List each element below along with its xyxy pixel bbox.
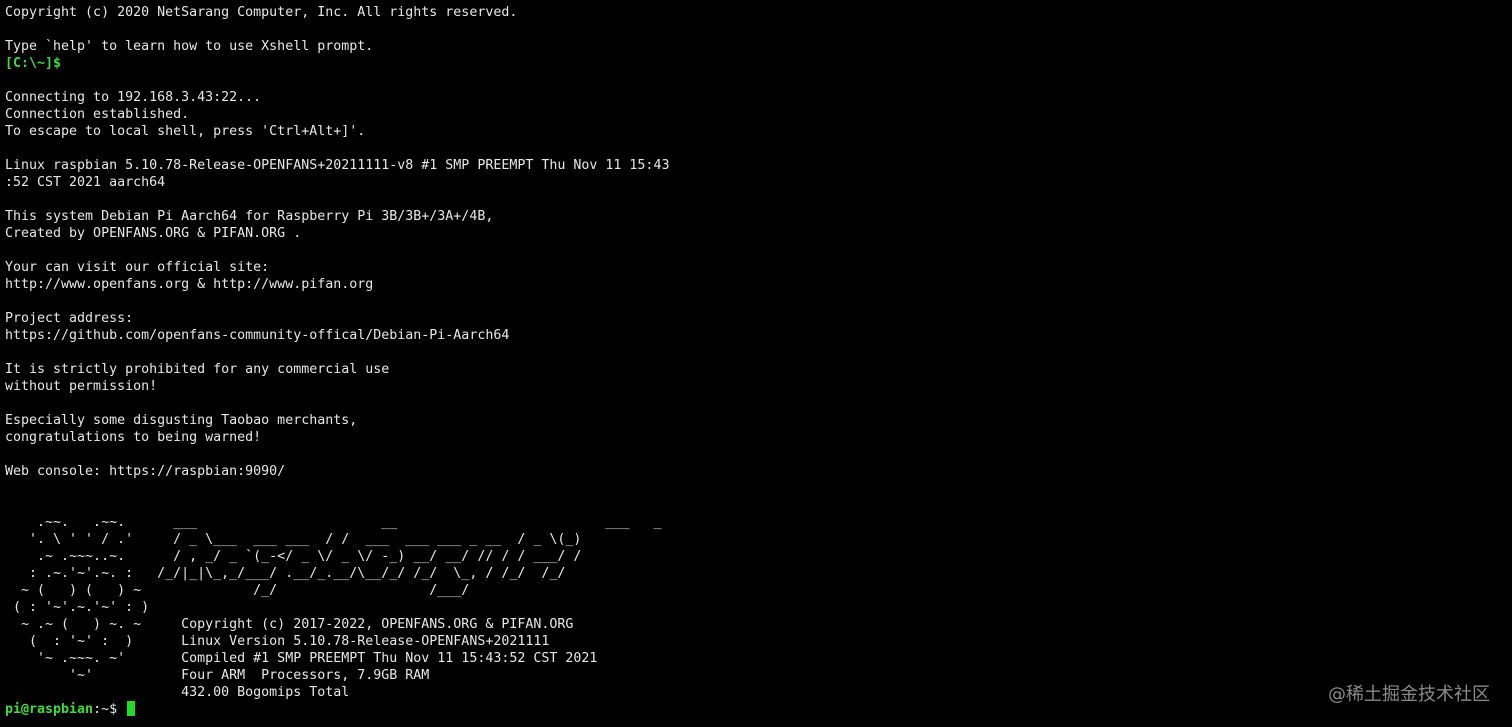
terminal-line: Connecting to 192.168.3.43:22... (5, 90, 262, 105)
terminal-line: Project address: (5, 311, 134, 326)
system-info-line: '~' Four ARM Processors, 7.9GB RAM (5, 668, 430, 683)
ascii-banner-line: .~~. .~~. ___ __ ___ _ (5, 515, 662, 530)
system-info-line: ~ .~ ( ) ~. ~ Copyright (c) 2017-2022, O… (5, 617, 574, 632)
ascii-banner-line: .~ .~~~..~. / , _/ _ `(_-</ _ \/ _ \/ -_… (5, 549, 582, 564)
terminal-line: https://github.com/openfans-community-of… (5, 328, 510, 343)
terminal-line: congratulations to being warned! (5, 430, 262, 445)
terminal-line: To escape to local shell, press 'Ctrl+Al… (5, 124, 366, 139)
prompt-path: :~$ (93, 702, 118, 717)
terminal-window[interactable]: Copyright (c) 2020 NetSarang Computer, I… (0, 0, 1512, 727)
watermark: @稀土掘金技术社区 (1328, 684, 1490, 705)
terminal-line: http://www.openfans.org & http://www.pif… (5, 277, 374, 292)
ascii-banner-line: ( : '~'.~.'~' : ) (5, 600, 150, 615)
terminal-line: Your can visit our official site: (5, 260, 270, 275)
local-shell-prompt: [C:\~]$ (5, 56, 62, 71)
terminal-line: This system Debian Pi Aarch64 for Raspbe… (5, 209, 494, 224)
ascii-banner-line: ~ ( ) ( ) ~ /_/ /___/ (5, 583, 470, 598)
terminal-line: Especially some disgusting Taobao mercha… (5, 413, 358, 428)
terminal-line: Web console: https://raspbian:9090/ (5, 464, 286, 479)
system-info-line: ( : '~' : ) Linux Version 5.10.78-Releas… (5, 634, 550, 649)
ascii-banner-line: '. \ ' ' / .' / _ \___ ___ ___ / / ___ _… (5, 532, 582, 547)
terminal-line: Copyright (c) 2020 NetSarang Computer, I… (5, 5, 518, 20)
cursor-block (127, 701, 136, 716)
prompt-user-host: pi@raspbian (5, 702, 94, 717)
ascii-banner-line: : .~.'~'.~. : /_/|_|\_,_/___/ .__/_.__/\… (5, 566, 566, 581)
terminal-line: Created by OPENFANS.ORG & PIFAN.ORG . (5, 226, 302, 241)
remote-shell-prompt[interactable]: pi@raspbian:~$ (5, 701, 1512, 718)
terminal-line: :52 CST 2021 aarch64 (5, 175, 166, 190)
system-info-line: '~ .~~~. ~' Compiled #1 SMP PREEMPT Thu … (5, 651, 598, 666)
terminal-line: It is strictly prohibited for any commer… (5, 362, 390, 377)
terminal-line: Connection established. (5, 107, 190, 122)
terminal-line: Linux raspbian 5.10.78-Release-OPENFANS+… (5, 158, 670, 173)
terminal-line: Type `help' to learn how to use Xshell p… (5, 39, 374, 54)
terminal-line: without permission! (5, 379, 158, 394)
system-info-line: 432.00 Bogomips Total (5, 685, 350, 700)
